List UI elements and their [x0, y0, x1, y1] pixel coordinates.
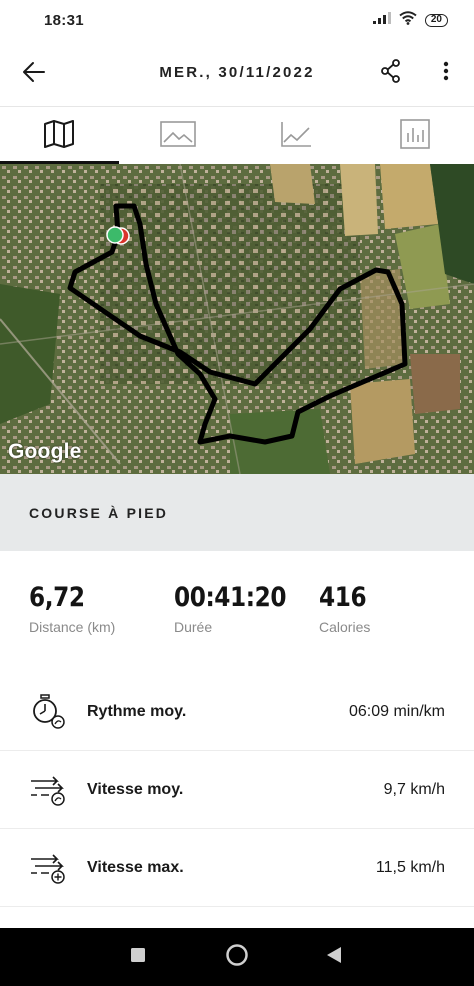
duration-value: 00:41:20: [174, 582, 287, 613]
tab-stats[interactable]: [356, 107, 474, 165]
signal-icon: [372, 11, 391, 29]
map-icon: [43, 119, 75, 153]
system-nav-bar: [0, 928, 474, 986]
duration-label: Durée: [174, 619, 213, 635]
stat-duration: 00:41:20 Durée: [174, 582, 304, 635]
pace-value: 06:09 min/km: [348, 702, 445, 720]
wifi-icon: [399, 10, 417, 30]
satellite-map-image: [0, 164, 474, 474]
tab-photos[interactable]: [119, 107, 238, 165]
recent-apps-button[interactable]: [108, 928, 168, 986]
view-tabs: [0, 106, 474, 165]
metric-row-pace: Rythme moy. 06:09 min/km: [0, 673, 474, 751]
system-back-button[interactable]: [304, 928, 364, 986]
route-map[interactable]: Google: [0, 164, 474, 474]
speed-avg-icon: [28, 770, 68, 810]
avg-speed-label: Vitesse moy.: [87, 780, 184, 798]
activity-type-band: COURSE À PIED: [0, 474, 474, 551]
max-speed-value: 11,5 km/h: [375, 858, 445, 876]
home-icon: [225, 943, 249, 972]
stat-distance: 6,72 Distance (km): [29, 582, 115, 635]
share-icon: [380, 58, 402, 88]
start-marker: [106, 226, 124, 244]
line-chart-icon: [280, 120, 312, 153]
max-speed-label: Vitesse max.: [87, 858, 184, 876]
metric-row-avg-speed: Vitesse moy. 9,7 km/h: [0, 751, 474, 829]
more-options-button[interactable]: [436, 58, 456, 88]
distance-value: 6,72: [29, 582, 85, 613]
recent-apps-icon: [130, 947, 146, 968]
home-button[interactable]: [207, 928, 267, 986]
pace-label: Rythme moy.: [87, 702, 187, 720]
distance-label: Distance (km): [29, 619, 116, 635]
battery-icon: 20: [424, 13, 448, 27]
stopwatch-icon: [28, 692, 68, 732]
metric-row-max-speed: Vitesse max. 11,5 km/h: [0, 829, 474, 907]
bar-chart-icon: [399, 118, 430, 154]
google-logo: Google: [8, 440, 82, 463]
tab-map[interactable]: [0, 107, 119, 165]
calories-value: 416: [319, 582, 367, 613]
image-icon: [159, 120, 196, 153]
activity-type: COURSE À PIED: [29, 504, 169, 521]
more-vertical-icon: [443, 61, 449, 86]
app-bar: MER., 30/11/2022: [0, 44, 474, 104]
stat-calories: 416 Calories: [319, 582, 374, 635]
status-bar: 18:31 20: [0, 0, 474, 40]
back-button[interactable]: [18, 60, 50, 88]
share-button[interactable]: [376, 58, 406, 88]
status-time: 18:31: [44, 11, 84, 29]
arrow-left-icon: [22, 61, 46, 88]
speed-max-icon: [28, 848, 68, 888]
back-triangle-icon: [326, 946, 342, 969]
status-icons: 20: [372, 10, 448, 30]
summary-stats: 6,72 Distance (km) 00:41:20 Durée 416 Ca…: [0, 582, 474, 652]
calories-label: Calories: [319, 619, 371, 635]
avg-speed-value: 9,7 km/h: [383, 780, 445, 798]
battery-level: 20: [430, 14, 442, 25]
tab-graph[interactable]: [237, 107, 356, 165]
